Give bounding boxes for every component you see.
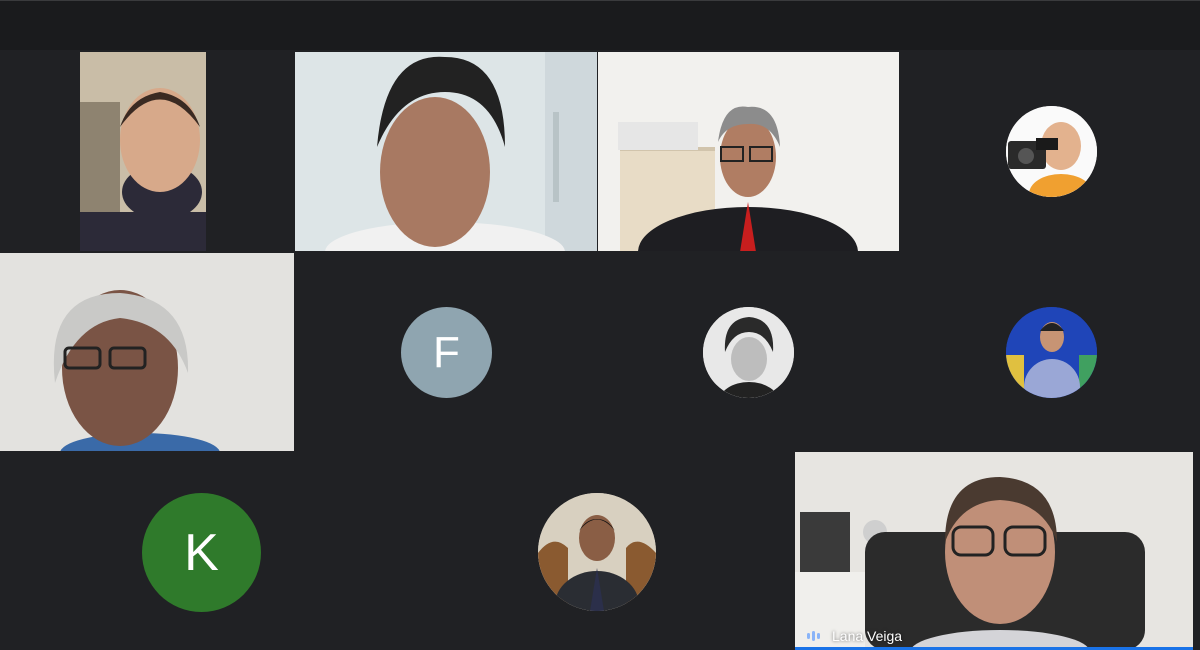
participant-video-tile[interactable] <box>80 52 206 251</box>
top-bar <box>0 0 1200 50</box>
active-speaker-video-tile[interactable]: Lana Veiga <box>795 452 1193 650</box>
participant-avatar-letter[interactable]: K <box>142 493 261 612</box>
portrait-image <box>1006 307 1097 398</box>
participant-video-tile[interactable] <box>295 52 597 251</box>
participant-avatar-photo[interactable] <box>1006 307 1097 398</box>
participant-video-image <box>0 253 294 451</box>
participant-video-image <box>295 52 597 251</box>
speaking-indicator-icon <box>807 631 820 641</box>
portrait-image <box>538 493 656 611</box>
participant-name: Lana Veiga <box>832 628 903 644</box>
participant-video-tile[interactable] <box>0 253 294 451</box>
participant-avatar-photo[interactable] <box>538 493 656 611</box>
participant-name-tag: Lana Veiga <box>807 628 902 644</box>
participant-video-tile[interactable] <box>598 52 899 251</box>
avatar-initial: F <box>433 327 460 377</box>
avatar-initial: K <box>184 523 219 582</box>
participant-avatar-photo[interactable] <box>703 307 794 398</box>
participant-video-image <box>795 452 1193 650</box>
participant-avatar-photo[interactable] <box>1006 106 1097 197</box>
participant-video-image <box>80 52 206 251</box>
participant-avatar-letter[interactable]: F <box>401 307 492 398</box>
camera-person-image <box>1006 106 1097 197</box>
portrait-image <box>703 307 794 398</box>
participant-video-image <box>598 52 899 251</box>
